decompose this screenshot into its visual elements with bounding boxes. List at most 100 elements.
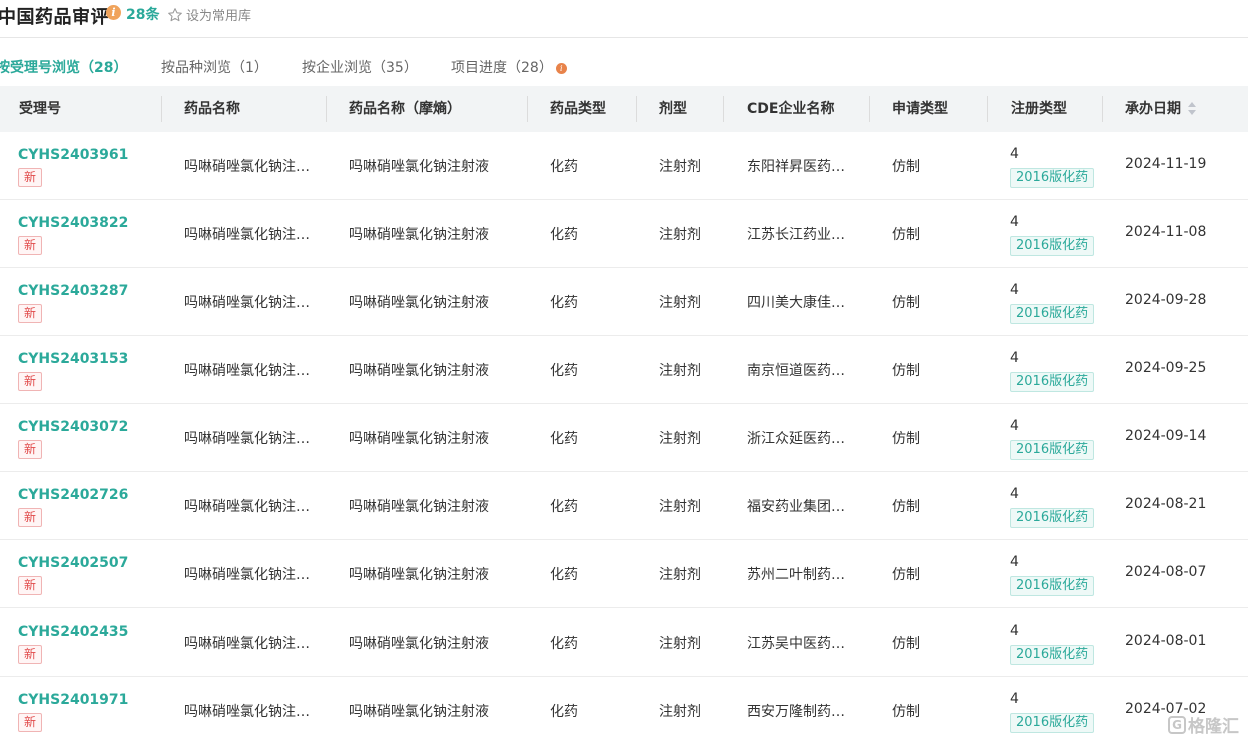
- column-header-apply-type[interactable]: 申请类型: [892, 86, 948, 132]
- apply-type-cell: 仿制: [892, 499, 920, 515]
- drug-name-cell: 吗啉硝唑氯化钠注…: [184, 636, 310, 652]
- accept-no-link[interactable]: CYHS2403287: [18, 283, 128, 299]
- reg-type-tag: 2016版化药: [1010, 508, 1095, 528]
- column-divider: [723, 96, 724, 122]
- reg-type-tag: 2016版化药: [1010, 440, 1095, 460]
- tab-label: 项目进度（28）: [451, 60, 553, 76]
- tab-by-accept-no[interactable]: 按受理号浏览（28）: [0, 57, 127, 77]
- date-cell: 2024-08-07: [1125, 564, 1207, 580]
- column-header-company[interactable]: CDE企业名称: [747, 86, 834, 132]
- drug-name-ms-cell: 吗啉硝唑氯化钠注射液: [349, 363, 489, 379]
- new-badge: 新: [18, 236, 42, 255]
- accept-no-link[interactable]: CYHS2402507: [18, 555, 128, 571]
- column-divider: [161, 96, 162, 122]
- table-row[interactable]: CYHS2402435 新 吗啉硝唑氯化钠注… 吗啉硝唑氯化钠注射液 化药 注射…: [0, 609, 1248, 677]
- column-divider: [1102, 96, 1103, 122]
- reg-type-tag: 2016版化药: [1010, 645, 1095, 665]
- table-row[interactable]: CYHS2403072 新 吗啉硝唑氯化钠注… 吗啉硝唑氯化钠注射液 化药 注射…: [0, 404, 1248, 472]
- column-divider: [326, 96, 327, 122]
- accept-no-link[interactable]: CYHS2403153: [18, 351, 128, 367]
- column-header-reg-type[interactable]: 注册类型: [1011, 86, 1067, 132]
- drug-name-ms-cell: 吗啉硝唑氯化钠注射液: [349, 227, 489, 243]
- accept-no-link[interactable]: CYHS2401971: [18, 692, 128, 708]
- set-favorite-label: 设为常用库: [186, 9, 252, 24]
- company-cell: 西安万隆制药…: [747, 704, 845, 720]
- apply-type-cell: 仿制: [892, 227, 920, 243]
- dosage-form-cell: 注射剂: [659, 431, 701, 447]
- drug-type-cell: 化药: [550, 704, 578, 720]
- dosage-form-cell: 注射剂: [659, 295, 701, 311]
- drug-name-ms-cell: 吗啉硝唑氯化钠注射液: [349, 431, 489, 447]
- tab-by-company[interactable]: 按企业浏览（35）: [302, 57, 418, 77]
- apply-type-cell: 仿制: [892, 636, 920, 652]
- company-cell: 南京恒道医药…: [747, 363, 845, 379]
- reg-type-number: 4: [1010, 418, 1019, 434]
- table-row[interactable]: CYHS2403287 新 吗啉硝唑氯化钠注… 吗啉硝唑氯化钠注射液 化药 注射…: [0, 268, 1248, 336]
- column-header-date[interactable]: 承办日期: [1125, 86, 1197, 132]
- dosage-form-cell: 注射剂: [659, 704, 701, 720]
- column-header-drug-type[interactable]: 药品类型: [550, 86, 606, 132]
- column-divider: [987, 96, 988, 122]
- info-icon[interactable]: i: [106, 5, 121, 20]
- drug-name-cell: 吗啉硝唑氯化钠注…: [184, 567, 310, 583]
- reg-type-tag: 2016版化药: [1010, 372, 1095, 392]
- drug-name-ms-cell: 吗啉硝唑氯化钠注射液: [349, 567, 489, 583]
- new-badge: 新: [18, 168, 42, 187]
- reg-type-tag: 2016版化药: [1010, 713, 1095, 733]
- reg-type-number: 4: [1010, 282, 1019, 298]
- drug-type-cell: 化药: [550, 295, 578, 311]
- accept-no-link[interactable]: CYHS2403072: [18, 419, 128, 435]
- tab-label: 按品种浏览（1）: [161, 60, 268, 76]
- drug-name-cell: 吗啉硝唑氯化钠注…: [184, 704, 310, 720]
- column-divider: [636, 96, 637, 122]
- column-header-dosage-form[interactable]: 剂型: [659, 86, 687, 132]
- tab-by-variety[interactable]: 按品种浏览（1）: [161, 57, 268, 77]
- company-cell: 四川美大康佳…: [747, 295, 845, 311]
- date-cell: 2024-08-01: [1125, 633, 1207, 649]
- table-row[interactable]: CYHS2401971 新 吗啉硝唑氯化钠注… 吗啉硝唑氯化钠注射液 化药 注射…: [0, 677, 1248, 741]
- dosage-form-cell: 注射剂: [659, 567, 701, 583]
- table-row[interactable]: CYHS2402726 新 吗啉硝唑氯化钠注… 吗啉硝唑氯化钠注射液 化药 注射…: [0, 472, 1248, 540]
- drug-name-ms-cell: 吗啉硝唑氯化钠注射液: [349, 295, 489, 311]
- reg-type-tag: 2016版化药: [1010, 304, 1095, 324]
- set-favorite-button[interactable]: 设为常用库: [167, 5, 251, 24]
- drug-name-ms-cell: 吗啉硝唑氯化钠注射液: [349, 704, 489, 720]
- drug-type-cell: 化药: [550, 431, 578, 447]
- apply-type-cell: 仿制: [892, 363, 920, 379]
- drug-name-cell: 吗啉硝唑氯化钠注…: [184, 159, 310, 175]
- column-header-drug-name[interactable]: 药品名称: [184, 86, 240, 132]
- accept-no-link[interactable]: CYHS2403822: [18, 215, 128, 231]
- reg-type-number: 4: [1010, 146, 1019, 162]
- watermark-text: 格隆汇: [1188, 717, 1239, 737]
- company-cell: 福安药业集团…: [747, 499, 845, 515]
- drug-name-cell: 吗啉硝唑氯化钠注…: [184, 499, 310, 515]
- table-row[interactable]: CYHS2403822 新 吗啉硝唑氯化钠注… 吗啉硝唑氯化钠注射液 化药 注射…: [0, 200, 1248, 268]
- column-header-accept-no[interactable]: 受理号: [19, 86, 61, 132]
- new-badge: 新: [18, 304, 42, 323]
- table-row[interactable]: CYHS2403961 新 吗啉硝唑氯化钠注… 吗啉硝唑氯化钠注射液 化药 注射…: [0, 132, 1248, 200]
- drug-name-cell: 吗啉硝唑氯化钠注…: [184, 363, 310, 379]
- drug-name-ms-cell: 吗啉硝唑氯化钠注射液: [349, 636, 489, 652]
- tab-label: 按受理号浏览（28）: [0, 60, 128, 76]
- sort-icon[interactable]: [1187, 101, 1197, 117]
- column-header-drug-name-ms[interactable]: 药品名称（摩熵）: [349, 86, 461, 132]
- accept-no-link[interactable]: CYHS2403961: [18, 147, 128, 163]
- watermark-logo-icon: G: [1168, 715, 1186, 734]
- drug-type-cell: 化药: [550, 363, 578, 379]
- reg-type-number: 4: [1010, 623, 1019, 639]
- drug-name-cell: 吗啉硝唑氯化钠注…: [184, 295, 310, 311]
- new-badge: 新: [18, 645, 42, 664]
- company-cell: 江苏长江药业…: [747, 227, 845, 243]
- table-row[interactable]: CYHS2403153 新 吗啉硝唑氯化钠注… 吗啉硝唑氯化钠注射液 化药 注射…: [0, 336, 1248, 404]
- accept-no-link[interactable]: CYHS2402726: [18, 487, 128, 503]
- reg-type-tag: 2016版化药: [1010, 576, 1095, 596]
- info-icon: i: [555, 62, 567, 74]
- table-row[interactable]: CYHS2402507 新 吗啉硝唑氯化钠注… 吗啉硝唑氯化钠注射液 化药 注射…: [0, 540, 1248, 608]
- reg-type-number: 4: [1010, 554, 1019, 570]
- new-badge: 新: [18, 372, 42, 391]
- tab-project-progress[interactable]: 项目进度（28） i: [451, 57, 567, 77]
- reg-type-number: 4: [1010, 486, 1019, 502]
- accept-no-link[interactable]: CYHS2402435: [18, 624, 128, 640]
- date-cell: 2024-09-25: [1125, 360, 1207, 376]
- dosage-form-cell: 注射剂: [659, 499, 701, 515]
